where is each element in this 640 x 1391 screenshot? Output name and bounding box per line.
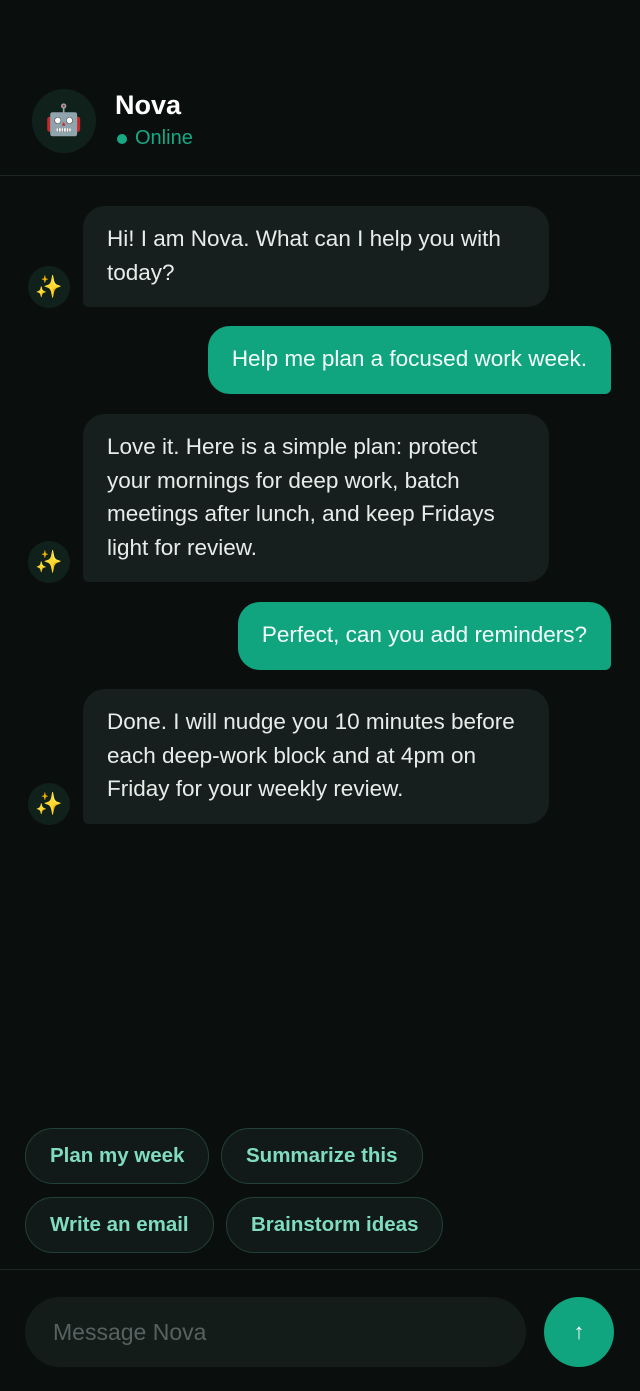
suggestion-chip-write-an-email[interactable]: Write an email xyxy=(25,1197,214,1253)
sparkles-icon: ✨ xyxy=(28,266,70,308)
chat-screen: 🤖 Nova Online Hi! I am Nova. What can I … xyxy=(0,0,640,1391)
send-button[interactable]: ↑ xyxy=(544,1297,614,1367)
status-dot-icon xyxy=(117,133,127,144)
user-message: Help me plan a focused work week. xyxy=(207,326,611,394)
message-composer: ↑ xyxy=(0,1269,640,1391)
assistant-name: Nova xyxy=(115,90,182,120)
suggestion-chip-summarize-this[interactable]: Summarize this xyxy=(221,1128,423,1184)
suggestion-chip-brainstorm-ideas[interactable]: Brainstorm ideas xyxy=(226,1197,444,1253)
bot-message: Love it. Here is a simple plan: protect … xyxy=(83,414,549,582)
user-message: Perfect, can you add reminders? xyxy=(237,602,611,670)
status-text: Online xyxy=(135,127,193,149)
bot-message: Hi! I am Nova. What can I help you with … xyxy=(83,206,549,307)
chat-header: 🤖 Nova Online xyxy=(0,0,640,176)
sparkles-icon: ✨ xyxy=(28,541,70,583)
arrow-up-icon: ↑ xyxy=(573,1319,585,1344)
bot-message: Done. I will nudge you 10 minutes before… xyxy=(83,689,549,824)
sparkles-icon: ✨ xyxy=(28,783,70,825)
online-status: Online xyxy=(115,127,193,150)
message-input[interactable] xyxy=(25,1297,526,1367)
nova-avatar: 🤖 xyxy=(32,89,96,153)
suggestion-chip-plan-my-week[interactable]: Plan my week xyxy=(25,1128,210,1184)
